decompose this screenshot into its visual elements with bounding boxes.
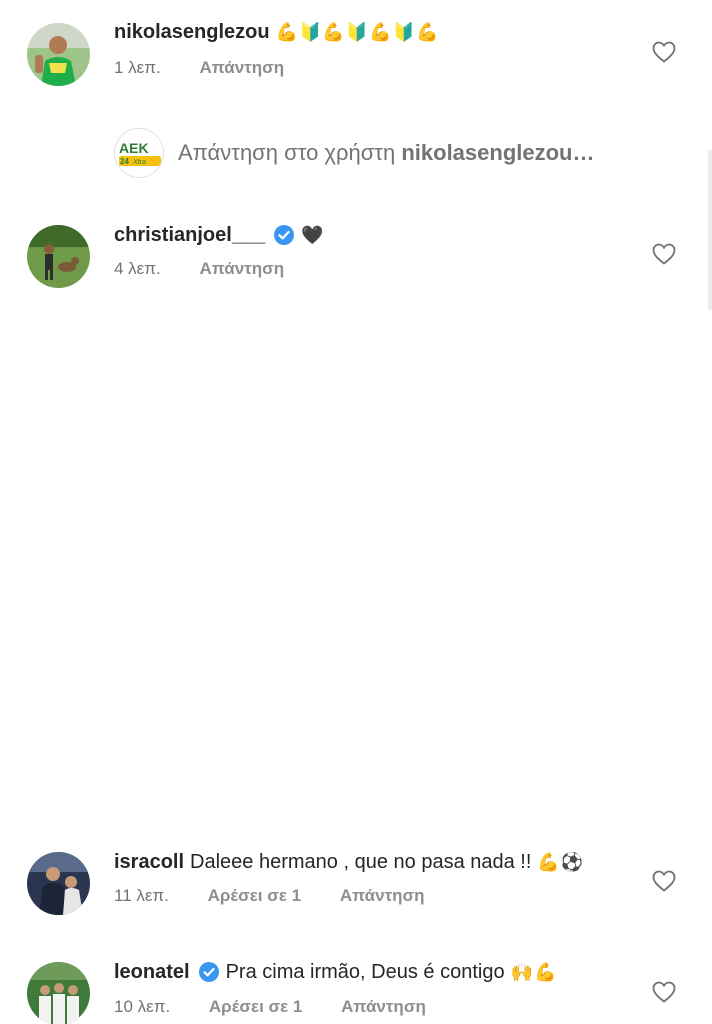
comment-emojis: 💪⚽: [537, 852, 585, 872]
comment-username[interactable]: isracoll: [114, 849, 184, 875]
comment-emojis: 🙌💪: [510, 962, 558, 982]
player-dark-jersey-avatar-icon: [27, 852, 90, 915]
avatar[interactable]: [27, 852, 90, 915]
verified-badge-icon: [273, 224, 295, 246]
replying-to-username[interactable]: nikolasenglezou…: [401, 140, 594, 165]
likes-count[interactable]: Αρέσει σε 1: [209, 997, 302, 1016]
comment-username[interactable]: christianjoel___: [114, 222, 265, 248]
team-photo-avatar-icon: [27, 962, 90, 1024]
like-heart-icon[interactable]: [652, 41, 676, 63]
comment-emojis: 💪🔰💪🔰💪🔰💪: [275, 22, 440, 42]
verified-badge-icon: [198, 961, 220, 983]
comment-time: 10 λεπ.: [114, 997, 171, 1016]
like-heart-icon[interactable]: [652, 870, 676, 892]
like-heart-icon[interactable]: [652, 243, 676, 265]
reply-button[interactable]: Απάντηση: [341, 997, 426, 1016]
player-with-dog-avatar-icon: [27, 225, 90, 288]
reply-button[interactable]: Απάντηση: [199, 259, 284, 278]
reply-button[interactable]: Απάντηση: [340, 886, 425, 905]
likes-count[interactable]: Αρέσει σε 1: [208, 886, 301, 905]
reply-button[interactable]: Απάντηση: [199, 58, 284, 77]
replying-to-banner: AEK 24 Xtra Απάντηση στο χρήστη nikolase…: [114, 128, 595, 178]
replying-to-prefix: Απάντηση στο χρήστη: [178, 140, 396, 165]
logo-sub: 24: [120, 157, 129, 166]
comment-username[interactable]: nikolasenglezou: [114, 19, 270, 45]
logo-text: AEK: [119, 140, 149, 156]
logo-tag: Xtra: [132, 159, 146, 166]
like-heart-icon[interactable]: [652, 981, 676, 1003]
player-green-jersey-avatar-icon: [27, 23, 90, 86]
replying-to-text: Απάντηση στο χρήστη nikolasenglezou…: [178, 140, 595, 166]
redacted-area: [0, 310, 712, 810]
avatar[interactable]: [27, 962, 90, 1024]
aek24-logo-icon: AEK 24 Xtra: [114, 128, 164, 178]
comment-time: 4 λεπ.: [114, 259, 161, 278]
comment-text: Pra cima irmão, Deus é contigo: [225, 961, 505, 983]
comment-username[interactable]: leonatel: [114, 959, 190, 985]
comment-text: Daleee hermano , que no pasa nada !!: [190, 851, 532, 873]
avatar[interactable]: [27, 23, 90, 86]
avatar[interactable]: [27, 225, 90, 288]
comment-time: 11 λεπ.: [114, 886, 169, 905]
comment-emojis: 🖤: [301, 225, 325, 245]
comment-time: 1 λεπ.: [114, 58, 161, 77]
